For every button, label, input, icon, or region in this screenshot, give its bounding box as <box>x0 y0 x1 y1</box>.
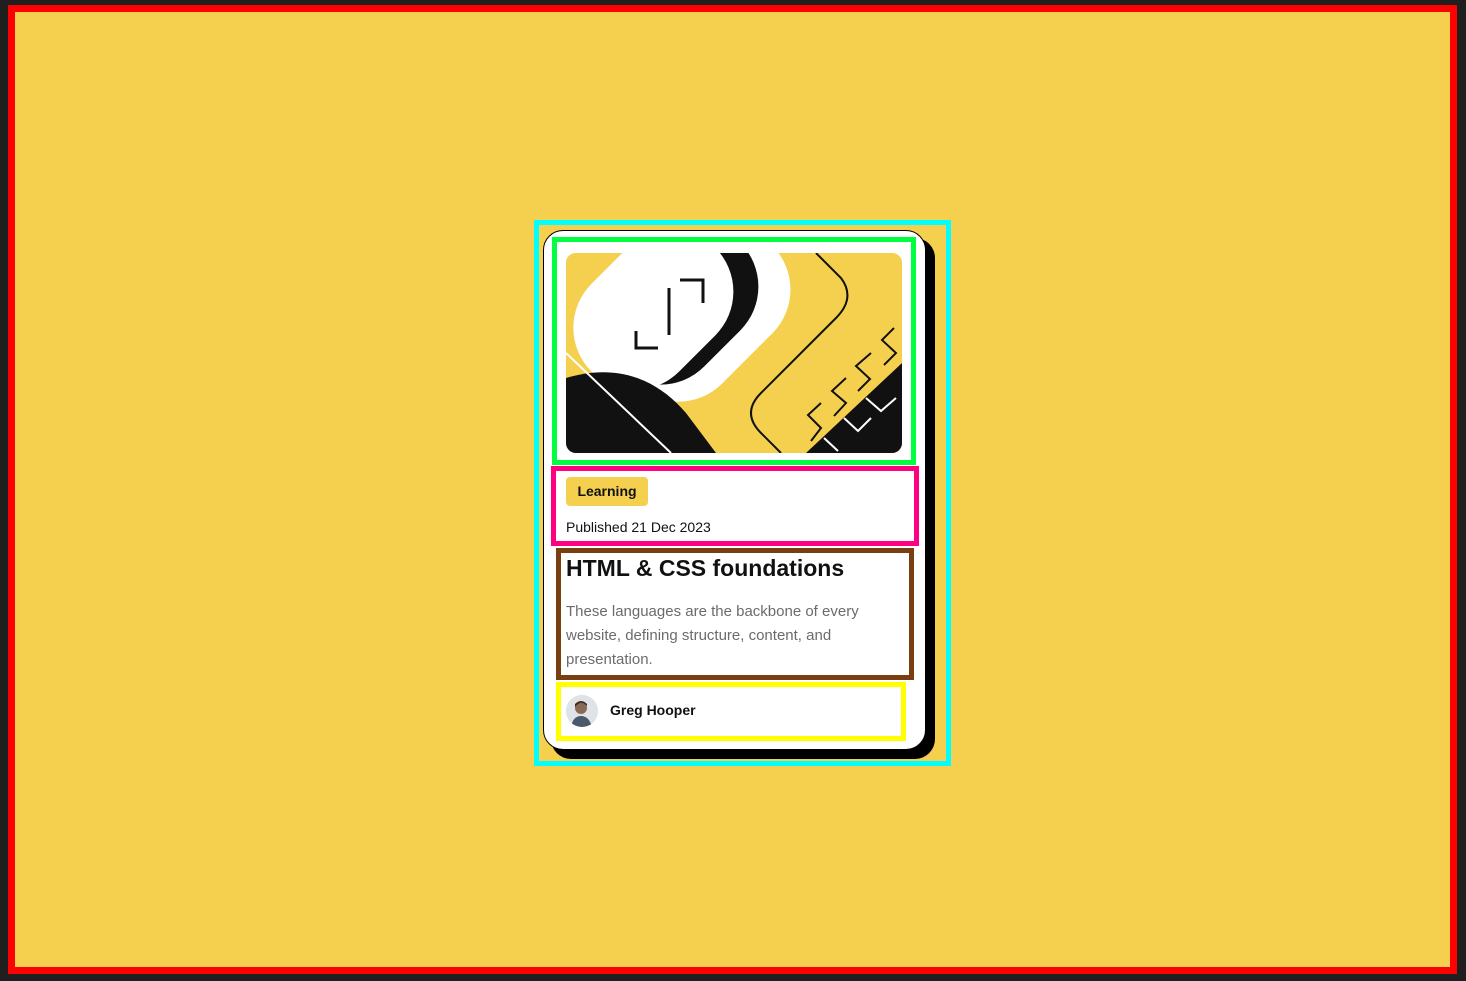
card-description: These languages are the backbone of ever… <box>566 603 859 668</box>
abstract-illustration-icon <box>566 253 902 453</box>
card-illustration <box>566 253 902 453</box>
author-name[interactable]: Greg Hooper <box>610 702 696 718</box>
category-tag[interactable]: Learning <box>566 477 648 506</box>
published-date: Published 21 Dec 2023 <box>566 519 711 535</box>
avatar-icon <box>566 695 598 727</box>
card-title[interactable]: HTML & CSS foundations <box>566 555 844 582</box>
